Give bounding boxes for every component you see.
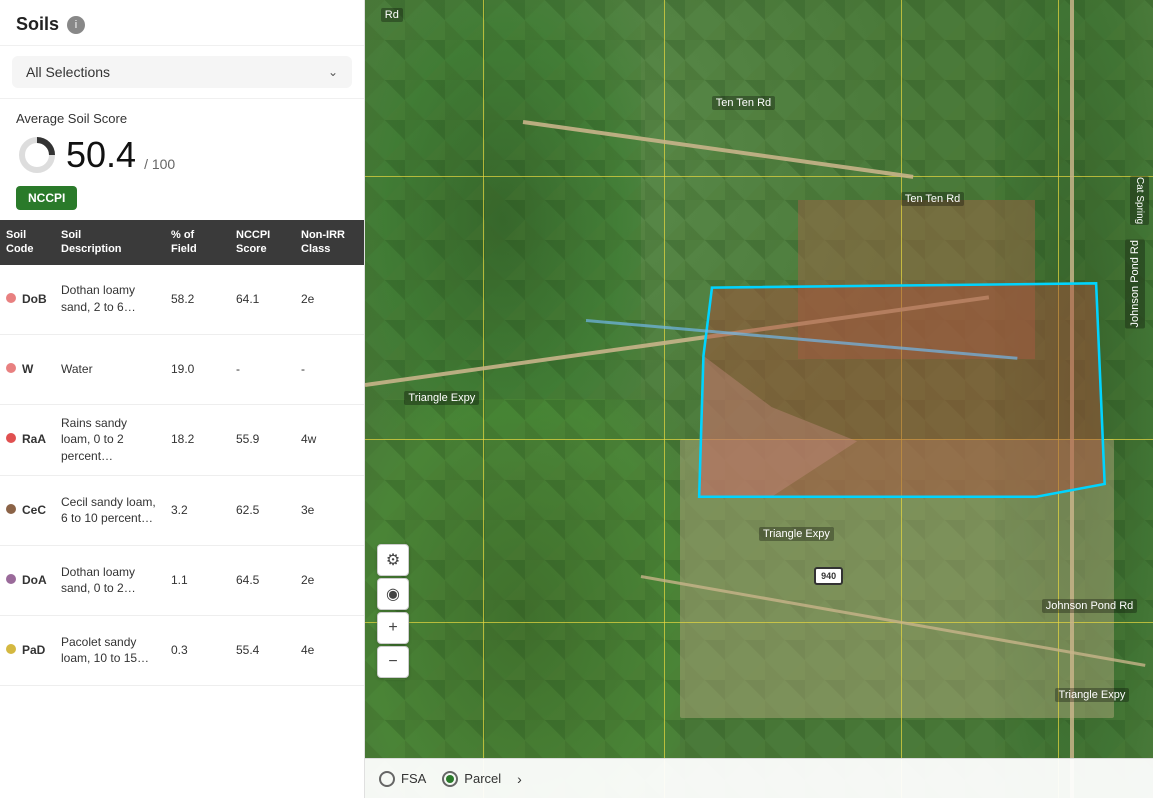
panel-header: Soils i — [0, 0, 364, 46]
soil-dot — [6, 644, 16, 654]
cat-springs-label: Cat Spring — [1130, 176, 1149, 225]
pct-field-cell: 18.2 — [165, 421, 230, 458]
score-max: / 100 — [144, 156, 175, 176]
soil-desc-cell: Cecil sandy loam, 6 to 10 percent… — [55, 484, 165, 538]
map-location-button[interactable]: ◉ — [377, 578, 409, 610]
soil-code-cell: PaD — [0, 632, 55, 669]
non-irr-cell: 2e — [295, 562, 364, 599]
map-panel[interactable]: Ten Ten Rd Ten Ten Rd Triangle Expy Tria… — [365, 0, 1153, 798]
th-pct-field: % ofField — [165, 220, 230, 265]
map-zoom-out-button[interactable]: − — [377, 646, 409, 678]
table-row: RaA Rains sandy loam, 0 to 2 percent… 18… — [0, 405, 364, 476]
johnson-pond-rd-label: Johnson Pond Rd — [1125, 239, 1145, 328]
table-row: DoA Dothan loamy sand, 0 to 2… 1.1 64.5 … — [0, 546, 364, 616]
non-irr-cell: 4w — [295, 421, 364, 458]
non-irr-cell: 4e — [295, 632, 364, 669]
soil-code-cell: DoB — [0, 281, 55, 318]
parcel-label: Parcel — [464, 771, 501, 786]
nccpi-score-cell: 62.5 — [230, 492, 295, 529]
soil-dot — [6, 363, 16, 373]
th-nccpi-score: NCCPIScore — [230, 220, 295, 265]
soil-desc-cell: Dothan loamy sand, 0 to 2… — [55, 554, 165, 608]
soil-desc-cell: Dothan loamy sand, 2 to 6… — [55, 272, 165, 326]
pct-field-cell: 1.1 — [165, 562, 230, 599]
info-icon[interactable]: i — [67, 16, 85, 34]
soil-code-text: PaD — [22, 642, 45, 659]
map-bottom-bar: FSA Parcel › — [365, 758, 1153, 798]
map-background: Ten Ten Rd Ten Ten Rd Triangle Expy Tria… — [365, 0, 1153, 798]
property-line — [483, 0, 484, 798]
table-row: W Water 19.0 - - — [0, 335, 364, 405]
parcel-radio[interactable] — [442, 771, 458, 787]
soil-code-text: W — [22, 361, 33, 378]
dropdown-container: All Selections ⌄ — [0, 46, 364, 99]
soil-desc-cell: Water — [55, 351, 165, 388]
page-title: Soils — [16, 14, 59, 35]
score-row: 50.4 / 100 — [16, 134, 348, 176]
soil-code-cell: W — [0, 351, 55, 388]
fsa-label: FSA — [401, 771, 426, 786]
map-controls: ⚙ ◉ + − — [377, 544, 409, 678]
donut-chart-icon — [16, 134, 58, 176]
th-soil-code: SoilCode — [0, 220, 55, 265]
triangle-expy-label: Triangle Expy — [404, 391, 479, 405]
map-settings-button[interactable]: ⚙ — [377, 544, 409, 576]
nccpi-badge[interactable]: NCCPI — [16, 186, 77, 210]
nccpi-score-cell: 64.5 — [230, 562, 295, 599]
fsa-radio[interactable] — [379, 771, 395, 787]
soil-dot — [6, 433, 16, 443]
soil-table: SoilCode SoilDescription % ofField NCCPI… — [0, 220, 364, 798]
parcel-radio-inner — [446, 775, 454, 783]
ten-ten-rd-label: Ten Ten Rd — [712, 96, 775, 110]
soil-code-cell: DoA — [0, 562, 55, 599]
rd-label-top: Rd — [381, 8, 403, 22]
ten-ten-rd-label-2: Ten Ten Rd — [901, 192, 964, 206]
pct-field-cell: 3.2 — [165, 492, 230, 529]
soil-desc-cell: Rains sandy loam, 0 to 2 percent… — [55, 405, 165, 475]
non-irr-cell: 3e — [295, 492, 364, 529]
soil-desc-cell: Pacolet sandy loam, 10 to 15… — [55, 624, 165, 678]
th-non-irr: Non-IRRClass — [295, 220, 364, 265]
soil-code-text: RaA — [22, 431, 46, 448]
score-section: Average Soil Score 50.4 / 100 NCCPI — [0, 99, 364, 220]
nccpi-score-cell: - — [230, 351, 295, 388]
table-row: CeC Cecil sandy loam, 6 to 10 percent… 3… — [0, 476, 364, 546]
score-label: Average Soil Score — [16, 111, 348, 126]
road-sign: 940 — [814, 567, 843, 585]
map-zoom-in-button[interactable]: + — [377, 612, 409, 644]
non-irr-cell: 2e — [295, 281, 364, 318]
soil-code-text: DoA — [22, 572, 47, 589]
soil-code-text: CeC — [22, 502, 46, 519]
left-panel: Soils i All Selections ⌄ Average Soil Sc… — [0, 0, 365, 798]
field-selection-overlay — [601, 239, 1113, 558]
dropdown-label: All Selections — [26, 64, 110, 80]
soil-dot — [6, 293, 16, 303]
all-selections-dropdown[interactable]: All Selections ⌄ — [12, 56, 352, 88]
non-irr-cell: - — [295, 351, 364, 388]
soil-code-text: DoB — [22, 291, 47, 308]
chevron-down-icon: ⌄ — [328, 65, 338, 79]
nccpi-score-cell: 64.1 — [230, 281, 295, 318]
table-row: DoB Dothan loamy sand, 2 to 6… 58.2 64.1… — [0, 265, 364, 335]
map-bottom-arrow[interactable]: › — [517, 771, 522, 787]
pct-field-cell: 19.0 — [165, 351, 230, 388]
fsa-option[interactable]: FSA — [379, 771, 426, 787]
table-header: SoilCode SoilDescription % ofField NCCPI… — [0, 220, 364, 265]
nccpi-score-cell: 55.4 — [230, 632, 295, 669]
soil-code-cell: CeC — [0, 492, 55, 529]
table-row: PaD Pacolet sandy loam, 10 to 15… 0.3 55… — [0, 616, 364, 686]
nccpi-score-cell: 55.9 — [230, 421, 295, 458]
soil-dot — [6, 574, 16, 584]
johnson-pond-rd-label-2: Johnson Pond Rd — [1042, 599, 1137, 613]
soil-code-cell: RaA — [0, 421, 55, 458]
triangle-expy-label-3: Triangle Expy — [1055, 688, 1130, 702]
pct-field-cell: 0.3 — [165, 632, 230, 669]
score-value: 50.4 — [66, 137, 136, 173]
th-soil-description: SoilDescription — [55, 220, 165, 265]
soil-dot — [6, 504, 16, 514]
pct-field-cell: 58.2 — [165, 281, 230, 318]
parcel-option[interactable]: Parcel — [442, 771, 501, 787]
